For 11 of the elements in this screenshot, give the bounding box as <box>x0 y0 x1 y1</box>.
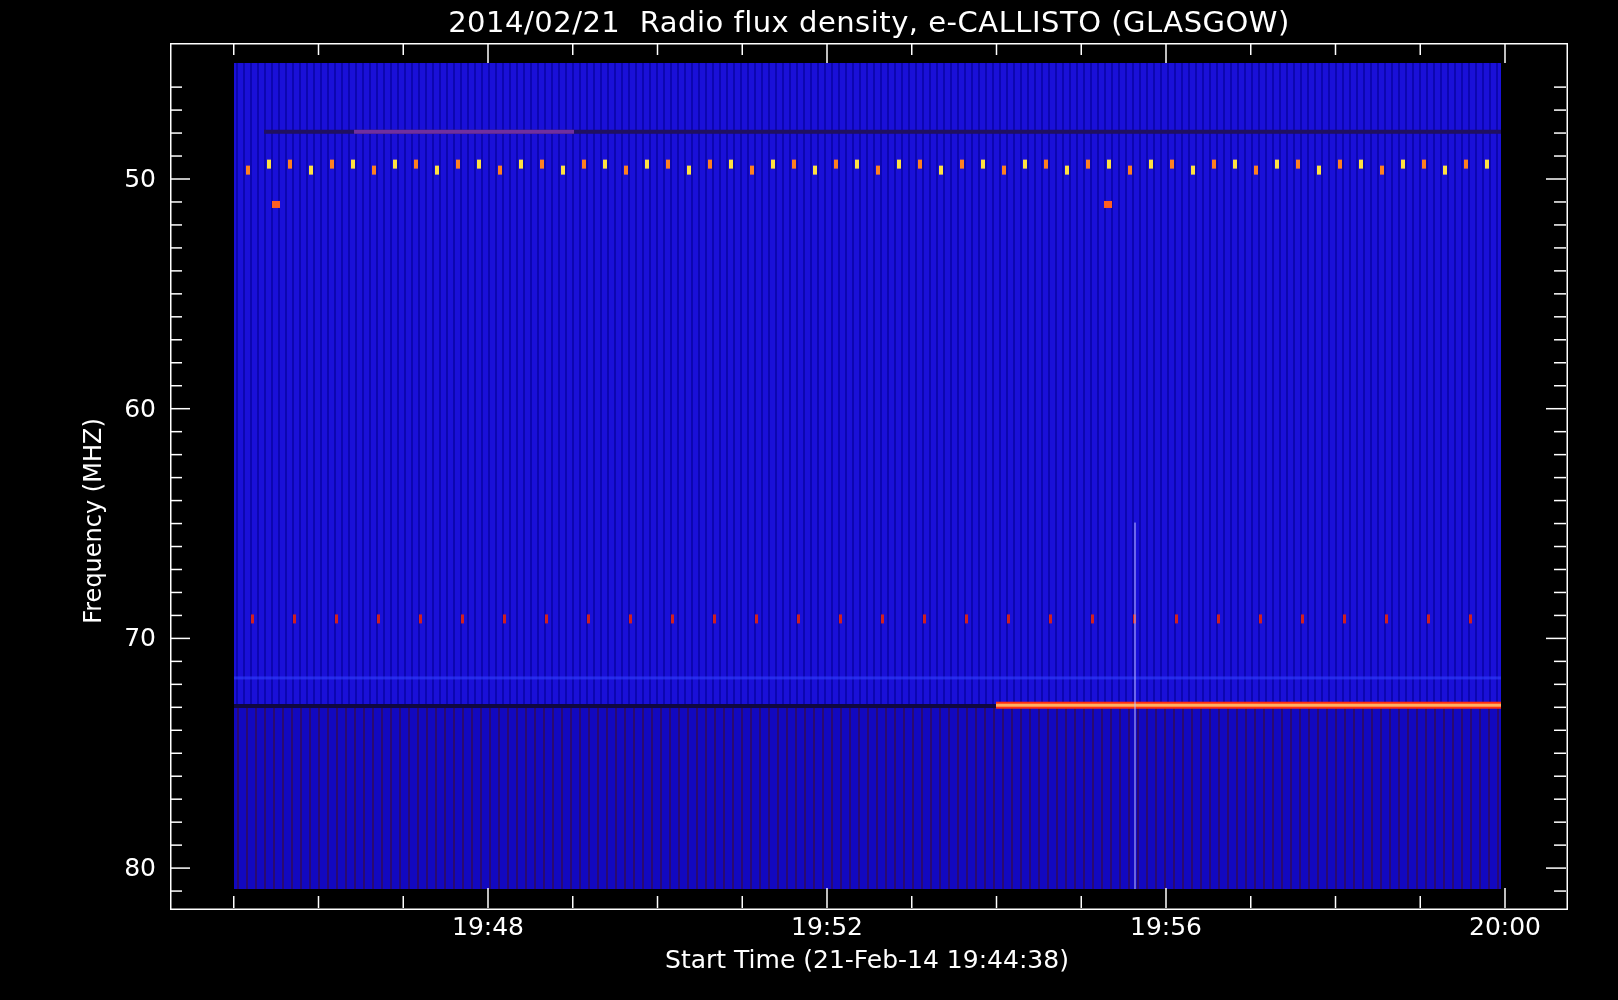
y-tick-label: 60 <box>124 393 156 423</box>
x-tick-label: 19:52 <box>791 912 863 941</box>
x-tick-label: 19:56 <box>1130 912 1202 941</box>
x-tick-label: 19:48 <box>452 912 524 941</box>
y-axis-label: Frequency (MHZ) <box>79 418 107 624</box>
x-axis-label: Start Time (21-Feb-14 19:44:38) <box>665 945 1069 974</box>
y-tick-label: 50 <box>124 164 156 193</box>
y-tick-label: 80 <box>124 853 156 883</box>
x-tick-label: 20:00 <box>1469 912 1541 941</box>
y-tick-label: 70 <box>124 623 156 653</box>
chart-title: 2014/02/21 Radio flux density, e-CALLISTO (GLASGOW) <box>448 4 1290 39</box>
